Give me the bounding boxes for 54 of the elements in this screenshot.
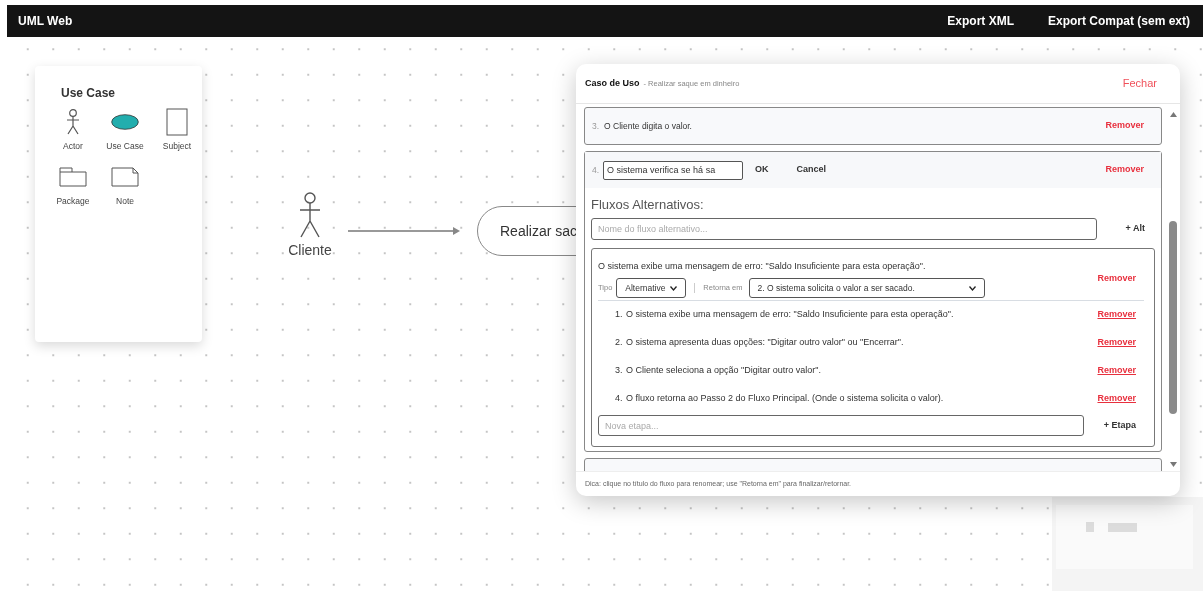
step-text[interactable]: O Cliente digita o valor. <box>604 119 692 133</box>
ok-button[interactable]: OK <box>755 163 769 177</box>
chevron-icon <box>670 285 678 291</box>
ellipse-icon <box>111 114 139 130</box>
type-select[interactable]: Alternative <box>616 278 687 298</box>
cancel-button[interactable]: Cancel <box>796 163 827 177</box>
returns-select[interactable]: 2. O sistema solicita o valor a ser sacado. <box>748 278 985 298</box>
scroll-up-icon[interactable] <box>1170 112 1177 117</box>
flow-title[interactable]: O sistema exibe uma mensagem de erro: "Saldo Insuficiente para esta operação". <box>598 259 985 273</box>
step-text: O Cliente seleciona a opção "Digitar outro valor". <box>626 363 821 377</box>
remove-button[interactable]: Remover <box>1097 307 1136 322</box>
folder-icon <box>59 166 87 187</box>
step-text: O sistema apresenta duas opções: "Digitar outro valor" ou "Encerrar". <box>626 335 904 349</box>
step-text: O fluxo retorna ao Passo 2 do Fluxo Principal. (Onde o sistema solicita o valor). <box>626 391 944 405</box>
step-number: 3. <box>615 363 624 377</box>
remove-button[interactable]: Remover <box>1097 391 1136 406</box>
step-number: 4. <box>592 163 600 177</box>
tool-label[interactable]: Package <box>56 194 90 208</box>
close-button[interactable]: Fechar <box>1122 75 1157 92</box>
scroll-down-icon[interactable] <box>1170 462 1177 467</box>
app-title: UML Web <box>18 13 73 30</box>
scroll-thumb[interactable] <box>1169 221 1177 414</box>
export-button[interactable]: Export XML <box>947 12 1014 30</box>
tool-label[interactable]: Use Case <box>106 140 144 153</box>
step-number: 4. <box>615 391 624 405</box>
tool-label[interactable]: Note <box>116 194 134 208</box>
step-number: 3. <box>592 119 600 133</box>
step-number: 1. <box>615 307 624 321</box>
tool-label[interactable]: Subject <box>162 140 192 153</box>
remove-button[interactable]: Remover <box>1105 163 1144 177</box>
flow-name-input[interactable]: Nome do fluxo alternativo... <box>591 217 1097 240</box>
rectangle-icon <box>166 108 188 136</box>
step-number: 2. <box>615 335 624 349</box>
chevron-icon <box>968 285 976 291</box>
step-text: O sistema exibe uma mensagem de erro: "Saldo Insuficiente para esta operação". <box>626 307 954 321</box>
remove-button[interactable]: Remover <box>1097 363 1136 378</box>
palette-title: Use Case <box>61 85 117 102</box>
remove-button[interactable]: Remover <box>1097 335 1136 350</box>
remove-button[interactable]: Remover <box>1097 272 1136 286</box>
export-button[interactable]: Export Compat (sem ext) <box>1047 12 1190 30</box>
tool-label[interactable]: Actor <box>63 140 83 153</box>
add-step-button[interactable]: + Etapa <box>1103 418 1136 433</box>
minimap-node <box>1108 523 1137 532</box>
minimap-node <box>1086 522 1094 532</box>
note-icon <box>111 166 139 187</box>
actor-icon <box>66 109 80 135</box>
actor-label: Cliente <box>288 241 332 260</box>
remove-button[interactable]: Remover <box>1105 119 1144 133</box>
use-case-label: Realizar sac <box>500 221 578 241</box>
dialog-title: Caso de Uso <box>585 76 640 90</box>
step-input[interactable]: O sistema verifica se há sa <box>603 160 744 180</box>
actor-figure[interactable] <box>297 192 323 238</box>
new-step-input[interactable]: Nova etapa... <box>598 415 1084 436</box>
add-alt-button[interactable]: + Alt <box>1125 221 1145 236</box>
